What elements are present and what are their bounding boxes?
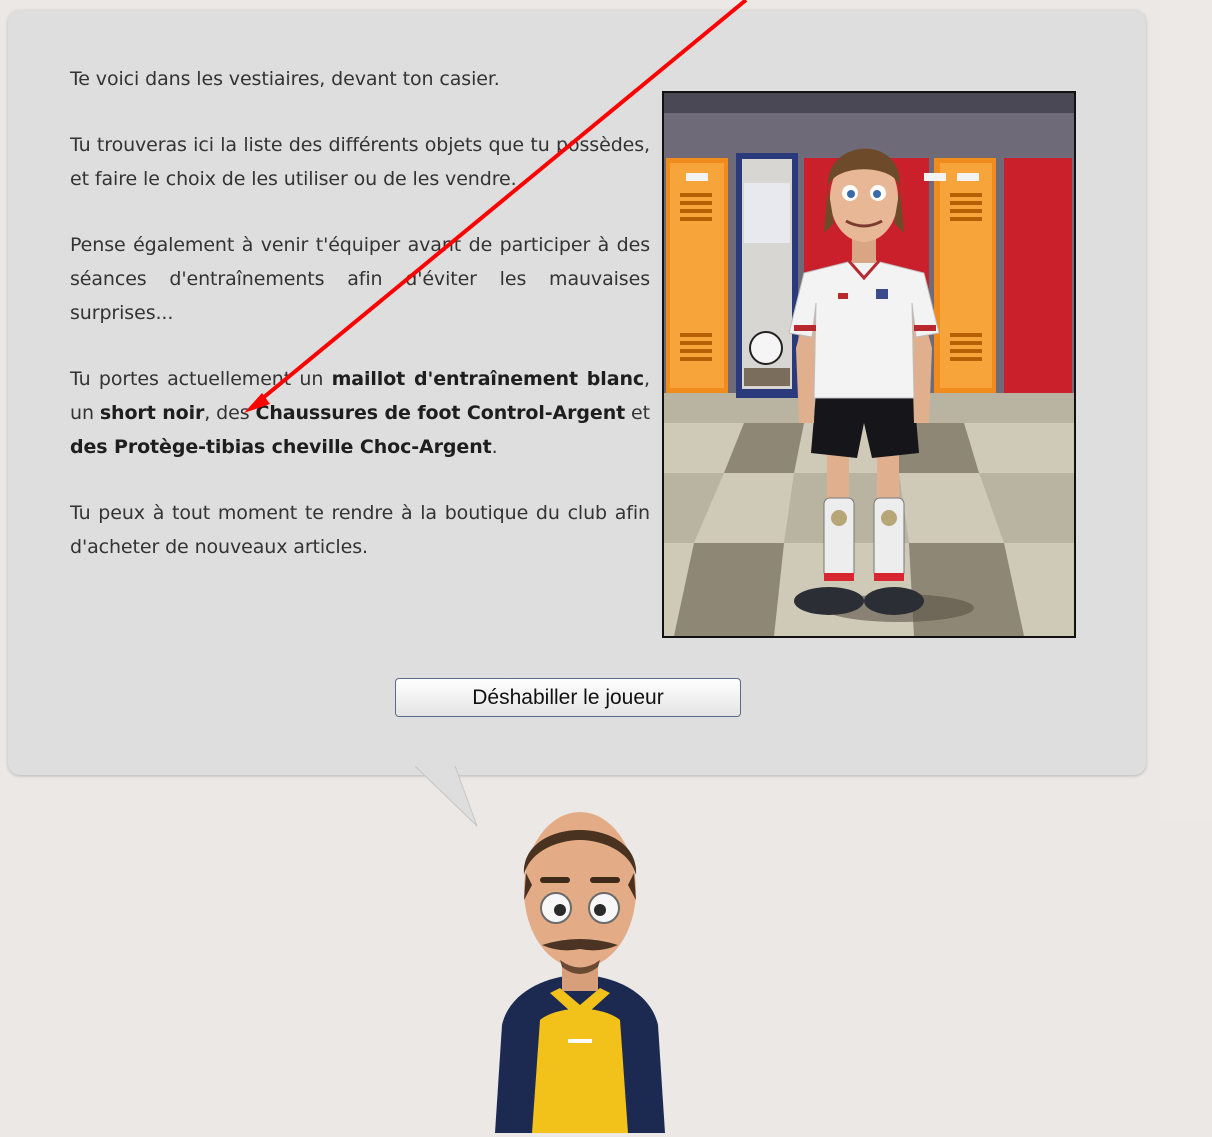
intro-paragraph: Te voici dans les vestiaires, devant ton… xyxy=(70,68,500,90)
player-illustration xyxy=(662,91,1076,638)
inventory-paragraph: Tu trouveras ici la liste des différents… xyxy=(70,134,650,190)
shinguards-item: des Protège-tibias cheville Choc-Argent xyxy=(70,436,492,458)
page-side-strip xyxy=(1160,0,1212,820)
speech-bubble: Te voici dans les vestiaires, devant ton… xyxy=(8,10,1146,775)
coach-avatar xyxy=(480,805,680,1133)
current-outfit-paragraph: Tu portes actuellement un maillot d'entr… xyxy=(70,368,650,458)
equip-reminder-paragraph: Pense également à venir t'équiper avant … xyxy=(70,234,650,324)
shorts-item: short noir xyxy=(99,402,205,424)
shop-paragraph: Tu peux à tout moment te rendre à la bou… xyxy=(70,502,650,558)
locker-room-description: Te voici dans les vestiaires, devant ton… xyxy=(70,62,650,596)
undress-player-button[interactable]: Déshabiller le joueur xyxy=(395,678,741,717)
shoes-item: Chaussures de foot Control-Argent xyxy=(255,402,626,424)
jersey-item: maillot d'entraînement blanc xyxy=(331,368,645,390)
